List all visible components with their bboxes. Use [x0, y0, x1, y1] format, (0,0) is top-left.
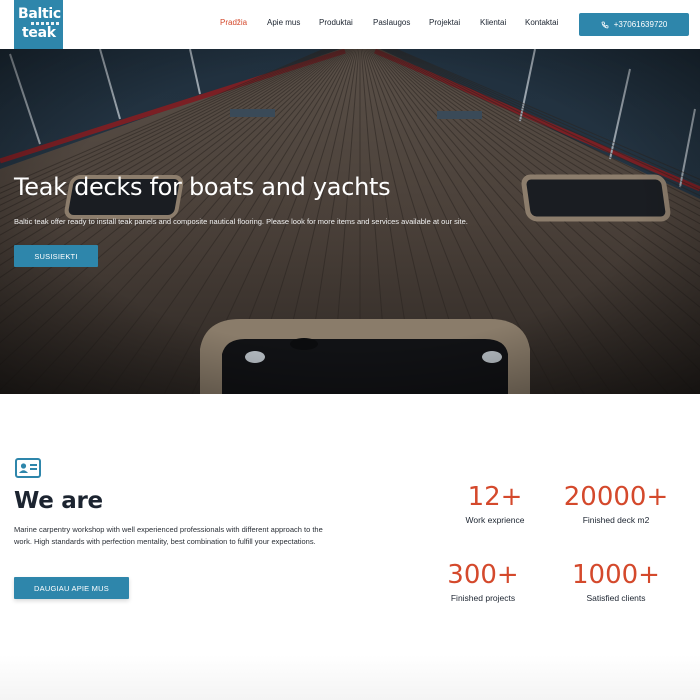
nav-item-apie-mus[interactable]: Apie mus [267, 18, 300, 27]
stat-value: 20000+ [563, 482, 669, 512]
id-card-icon [15, 458, 41, 478]
stat-label: Work exprience [465, 515, 525, 525]
baltic-teak-logo[interactable]: Baltic teak [14, 0, 63, 49]
nav-item-kontaktai[interactable]: Kontaktai [525, 18, 558, 27]
stat-work-experience: 12+ Work exprience [425, 482, 565, 525]
logo-line-2: teak [22, 25, 56, 41]
phone-button[interactable]: +37061639720 [579, 13, 689, 36]
stat-value: 12+ [467, 482, 523, 512]
stat-label: Satisfied clients [586, 593, 646, 603]
phone-number: +37061639720 [613, 20, 668, 29]
hero-section: Teak decks for boats and yachts Baltic t… [0, 49, 700, 394]
nav-item-paslaugos[interactable]: Paslaugos [373, 18, 410, 27]
more-about-button[interactable]: DAUGIAU APIE MUS [14, 577, 129, 599]
stat-value: 1000+ [572, 560, 660, 590]
nav-item-projektai[interactable]: Projektai [429, 18, 460, 27]
stat-label: Finished deck m2 [582, 515, 650, 525]
about-text: Marine carpentry workshop with well expe… [14, 525, 323, 546]
stat-label: Finished projects [450, 593, 516, 603]
stat-finished-projects: 300+ Finished projects [413, 560, 553, 603]
section-divider [0, 655, 700, 700]
hero-title: Teak decks for boats and yachts [14, 173, 391, 201]
site-header: Baltic teak Pradžia Apie mus Produktai P… [0, 0, 700, 49]
logo-line-1: Baltic [18, 6, 61, 22]
nav-item-pradzia[interactable]: Pradžia [220, 18, 247, 27]
nav-item-klientai[interactable]: Klientai [480, 18, 506, 27]
nav-item-produktai[interactable]: Produktai [319, 18, 353, 27]
stat-finished-deck: 20000+ Finished deck m2 [546, 482, 686, 525]
stat-satisfied-clients: 1000+ Satisfied clients [546, 560, 686, 603]
contact-button[interactable]: SUSISIEKTI [14, 245, 98, 267]
phone-icon [601, 21, 609, 28]
about-title: We are [14, 488, 103, 514]
logo-wave-icon [31, 22, 59, 25]
hero-subtitle: Baltic teak offer ready to install teak … [14, 217, 468, 226]
stat-value: 300+ [447, 560, 519, 590]
